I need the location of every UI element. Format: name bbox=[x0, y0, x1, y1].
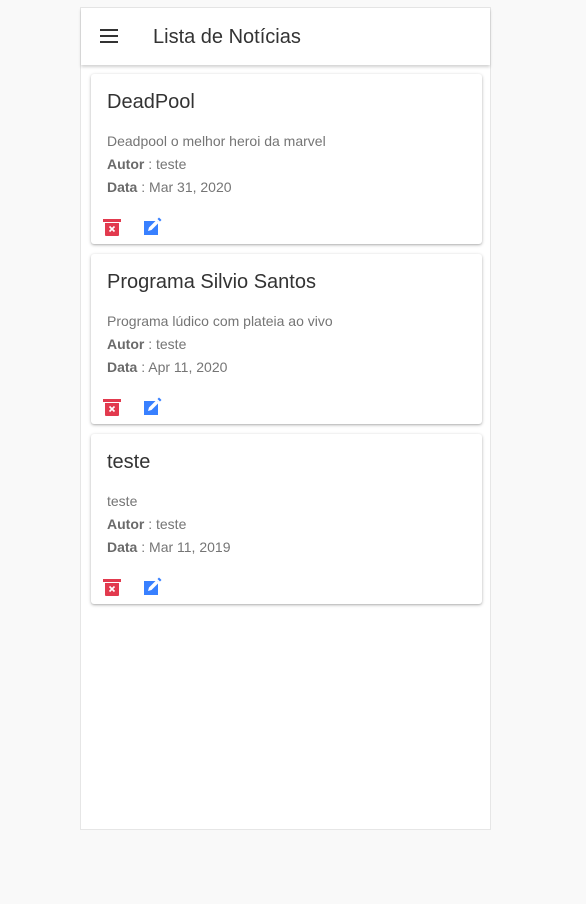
date-label: Data bbox=[107, 179, 138, 195]
menu-button[interactable] bbox=[94, 24, 124, 48]
news-body: Deadpool o melhor heroi da marvel Autor … bbox=[107, 130, 326, 199]
delete-button[interactable] bbox=[101, 216, 123, 238]
news-title: DeadPool bbox=[107, 91, 195, 113]
trash-icon bbox=[103, 399, 121, 416]
news-description: Deadpool o melhor heroi da marvel bbox=[107, 133, 326, 149]
news-body: Programa lúdico com plateia ao vivo Auto… bbox=[107, 310, 333, 379]
news-card: DeadPool Deadpool o melhor heroi da marv… bbox=[91, 74, 482, 244]
news-list: DeadPool Deadpool o melhor heroi da marv… bbox=[91, 74, 482, 614]
page-title: Lista de Notícias bbox=[153, 26, 301, 48]
date-value: : Apr 11, 2020 bbox=[137, 359, 228, 375]
app-window: Lista de Notícias DeadPool Deadpool o me… bbox=[80, 7, 491, 830]
trash-icon bbox=[103, 219, 121, 236]
date-value: : Mar 11, 2019 bbox=[137, 539, 231, 555]
author-label: Autor bbox=[107, 156, 145, 172]
author-value: : teste bbox=[144, 156, 187, 172]
toolbar: Lista de Notícias bbox=[81, 8, 490, 65]
news-author: Autor : teste bbox=[107, 333, 333, 356]
delete-button[interactable] bbox=[101, 396, 123, 418]
news-author: Autor : teste bbox=[107, 153, 326, 176]
news-title: Programa Silvio Santos bbox=[107, 271, 316, 293]
edit-button[interactable] bbox=[141, 576, 163, 598]
news-card: Programa Silvio Santos Programa lúdico c… bbox=[91, 254, 482, 424]
news-description: Programa lúdico com plateia ao vivo bbox=[107, 313, 333, 329]
date-label: Data bbox=[107, 539, 138, 555]
author-label: Autor bbox=[107, 336, 145, 352]
delete-button[interactable] bbox=[101, 576, 123, 598]
edit-button[interactable] bbox=[141, 396, 163, 418]
author-label: Autor bbox=[107, 516, 145, 532]
news-body: teste Autor : teste Data : Mar 11, 2019 bbox=[107, 490, 231, 559]
edit-icon bbox=[144, 397, 162, 415]
menu-icon bbox=[100, 29, 118, 43]
author-value: : teste bbox=[144, 336, 187, 352]
news-title: teste bbox=[107, 451, 151, 473]
news-date: Data : Apr 11, 2020 bbox=[107, 356, 333, 379]
news-description: teste bbox=[107, 493, 138, 509]
news-date: Data : Mar 31, 2020 bbox=[107, 176, 326, 199]
news-card: teste teste Autor : teste Data : Mar 11,… bbox=[91, 434, 482, 604]
edit-icon bbox=[144, 217, 162, 235]
news-author: Autor : teste bbox=[107, 513, 231, 536]
edit-button[interactable] bbox=[141, 216, 163, 238]
trash-icon bbox=[103, 579, 121, 596]
date-label: Data bbox=[107, 359, 138, 375]
author-value: : teste bbox=[144, 516, 187, 532]
news-date: Data : Mar 11, 2019 bbox=[107, 536, 231, 559]
edit-icon bbox=[144, 577, 162, 595]
date-value: : Mar 31, 2020 bbox=[137, 179, 232, 195]
